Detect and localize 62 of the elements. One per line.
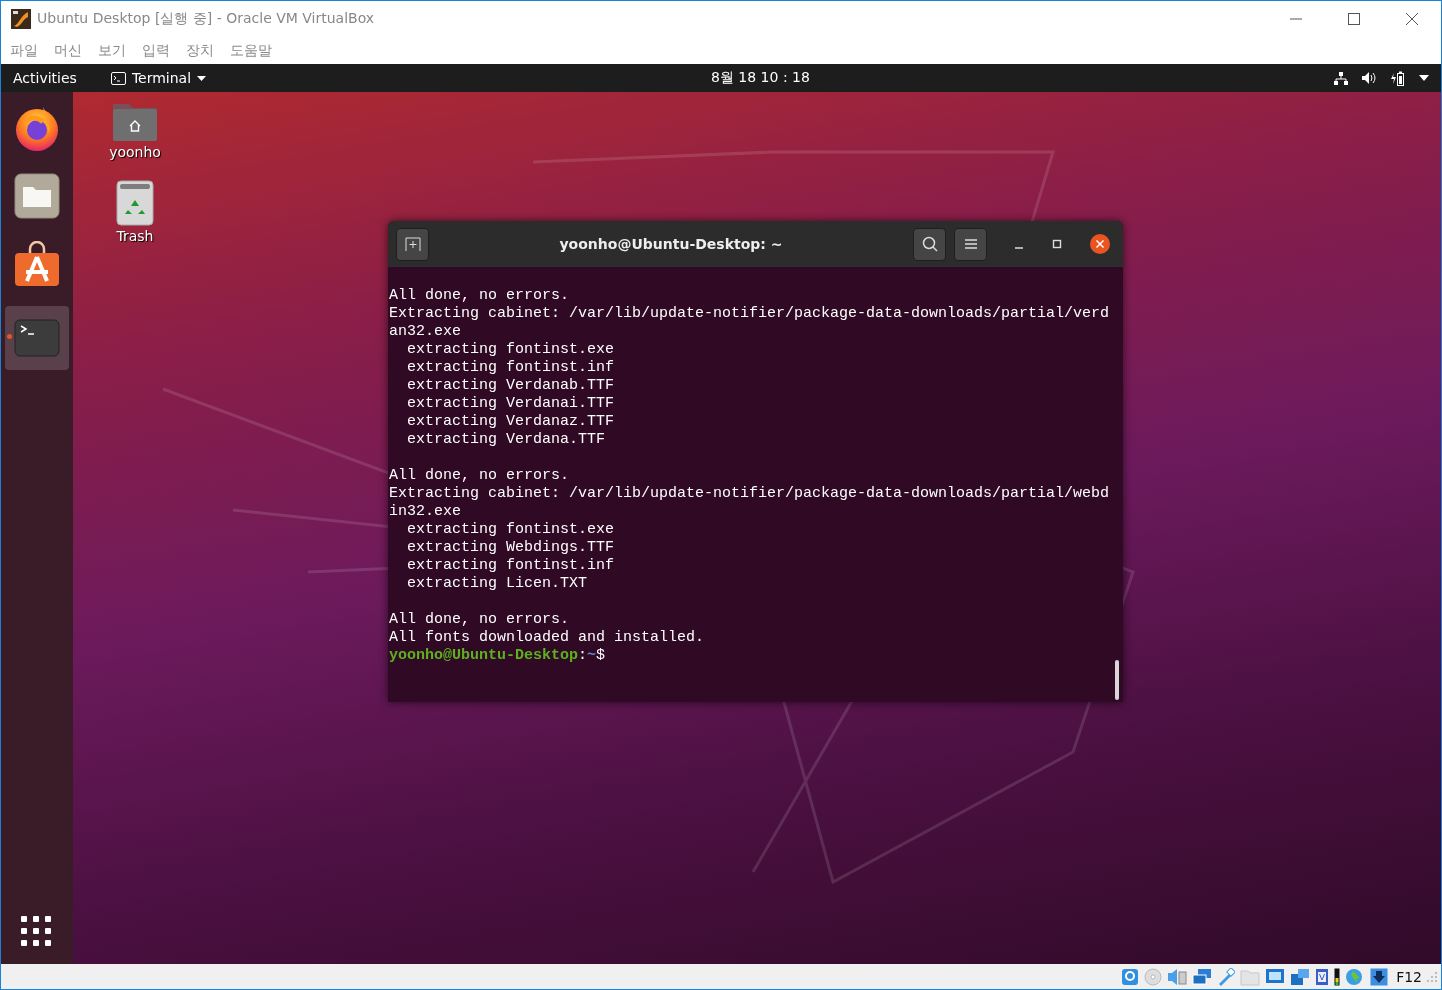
menu-item[interactable]: 보기 xyxy=(98,41,126,60)
volume-icon[interactable] xyxy=(1362,72,1377,84)
menu-item[interactable]: 도움말 xyxy=(230,41,272,60)
display-icon[interactable] xyxy=(1265,967,1286,986)
terminal-line: All done, no errors. xyxy=(389,467,570,485)
terminal-line: Extracting cabinet: /var/lib/update-notifier/package-data-downloads/partial/verd xyxy=(389,305,1110,323)
terminal-line: extracting Verdanab.TTF xyxy=(406,377,615,395)
terminal-line: extracting Verdana.TTF xyxy=(406,431,606,449)
activity-meter-icon xyxy=(1334,967,1341,986)
terminal-line: extracting Licen.TXT xyxy=(406,575,588,593)
terminal-line: extracting Verdanai.TTF xyxy=(406,395,615,413)
app-icon xyxy=(11,9,31,29)
cpu-chip-icon[interactable] xyxy=(1315,967,1330,986)
menu-item[interactable]: 장치 xyxy=(186,41,214,60)
new-tab-button[interactable] xyxy=(396,227,429,261)
terminal-line: an32.exe xyxy=(389,323,461,341)
clock[interactable]: 8월 18 10 : 18 xyxy=(711,69,810,87)
scrollbar-thumb[interactable] xyxy=(1115,660,1119,700)
terminal-line: extracting fontinst.exe xyxy=(406,341,615,359)
resize-grip-icon[interactable] xyxy=(1427,971,1437,982)
caret-icon xyxy=(197,75,207,81)
terminal-line: extracting fontinst.exe xyxy=(406,521,615,539)
menu-icon xyxy=(963,238,978,250)
caret-icon[interactable] xyxy=(1419,75,1429,81)
terminal-line: extracting Verdanaz.TTF xyxy=(406,413,615,431)
menu-button[interactable] xyxy=(954,227,987,261)
screen-capture-icon[interactable] xyxy=(1290,967,1311,986)
new-tab-icon xyxy=(404,237,421,251)
search-icon xyxy=(921,236,938,252)
download-icon[interactable] xyxy=(1370,967,1389,986)
trash-icon[interactable] xyxy=(116,180,154,226)
terminal-line: All fonts downloaded and installed. xyxy=(389,629,705,647)
activities-button[interactable]: Activities xyxy=(13,70,77,86)
menu-item[interactable]: 입력 xyxy=(142,41,170,60)
prompt-line: yoonho@Ubuntu-Desktop:~$ xyxy=(389,647,606,665)
app-menu[interactable]: Terminal xyxy=(110,70,207,86)
shopping-bag-icon xyxy=(14,241,60,287)
close-icon[interactable] xyxy=(1405,12,1419,26)
terminal-icon xyxy=(14,319,60,357)
usb-icon[interactable] xyxy=(1217,967,1236,986)
desktop-icon-label[interactable]: yoonho xyxy=(109,144,161,160)
terminal-line: extracting fontinst.inf xyxy=(406,359,615,377)
terminal-icon xyxy=(110,71,126,85)
network-icon[interactable] xyxy=(1334,71,1348,85)
search-button[interactable] xyxy=(913,227,946,261)
desktop-icon-label[interactable]: Trash xyxy=(116,228,154,244)
folder-icon xyxy=(14,173,60,219)
close-icon[interactable] xyxy=(1089,233,1111,255)
terminal-line: Extracting cabinet: /var/lib/update-notifier/package-data-downloads/partial/webd xyxy=(389,485,1110,503)
window-title: Ubuntu Desktop [실행 중] - Oracle VM VirtualBox xyxy=(37,10,375,28)
battery-icon[interactable] xyxy=(1391,70,1405,86)
terminal-line: in32.exe xyxy=(389,503,461,521)
maximize-icon[interactable] xyxy=(1347,12,1361,26)
menu-item[interactable]: 파일 xyxy=(10,41,38,60)
host-key-label: F12 xyxy=(1396,968,1422,985)
app-grid-icon[interactable] xyxy=(21,916,53,948)
terminal-line: All done, no errors. xyxy=(389,611,570,629)
menu-item[interactable]: 머신 xyxy=(54,41,82,60)
terminal-line: extracting Webdings.TTF xyxy=(406,539,615,557)
terminal-line: extracting fontinst.inf xyxy=(406,557,615,575)
terminal-title: yoonho@Ubuntu-Desktop: ~ xyxy=(558,236,784,252)
terminal-line: All done, no errors. xyxy=(389,287,570,305)
